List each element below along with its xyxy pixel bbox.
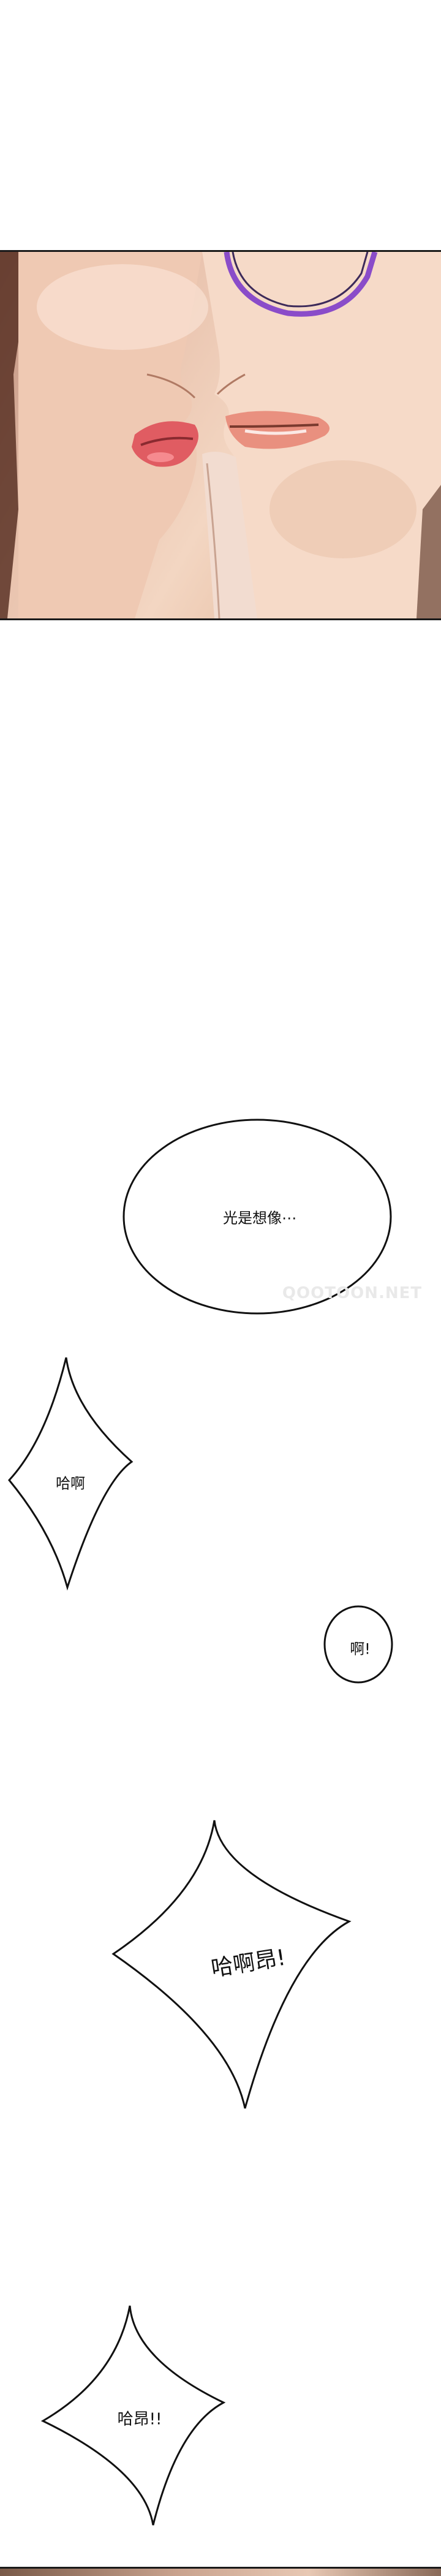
spiky-bubble-2-text: 哈啊昂! — [209, 1945, 288, 1982]
spiky-bubble-1-text: 哈啊 — [56, 1475, 85, 1492]
kiss-illustration — [0, 252, 441, 618]
spiky-bubble-3-text: 哈昂!! — [117, 2410, 162, 2429]
comic-panel-bottom-edge — [0, 2567, 441, 2576]
thought-bubble-text: 光是想像⋯ — [223, 1209, 296, 1227]
watermark-text: QOOTOON.NET — [282, 1284, 423, 1302]
round-bubble-text: 啊! — [350, 1640, 371, 1658]
comic-panel-kiss — [0, 250, 441, 620]
